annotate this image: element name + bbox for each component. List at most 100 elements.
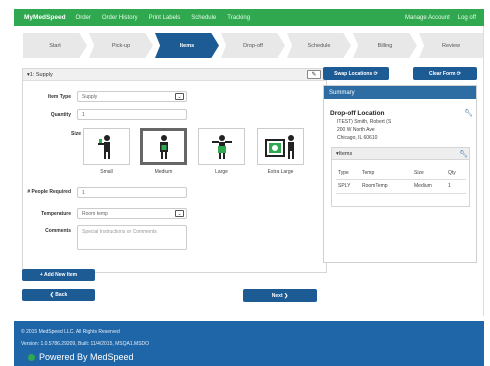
item-type-label: Item Type [48,93,71,100]
comments-label: Comments [45,228,71,234]
wizard-steps: Start Pick-up Items Drop-off Schedule Bi… [23,33,483,58]
size-option-extra-large[interactable]: Extra Large [257,128,304,175]
quantity-value: 1 [82,111,85,118]
nav-log-off[interactable]: Log off [458,15,476,21]
add-new-item-button[interactable]: + Add New Item [22,269,95,281]
swap-label: Swap Locations ⟳ [334,70,378,77]
step-label: Pick-up [111,42,131,49]
item-type-row: Item Type Supply ⌄ [23,91,187,102]
nav-right: Manage Account Log off [405,15,484,21]
main-content: Start Pick-up Items Drop-off Schedule Bi… [14,26,484,316]
nav-schedule[interactable]: Schedule [191,15,216,21]
pencil-icon: ✎ [311,72,317,78]
step-label: Billing [377,42,393,49]
col-qty: Qty [448,170,456,176]
clear-label: Clear Form ⟳ [429,70,461,77]
table-divider [336,179,466,180]
cell-type: SPLY [338,183,351,189]
person-small-icon [97,134,110,159]
person-cart-icon [264,134,294,159]
nav-order[interactable]: Order [76,15,91,21]
cell-qty: 1 [448,183,451,189]
step-schedule[interactable]: Schedule [287,33,351,58]
size-caption: Small [100,169,113,175]
col-temp: Temp [362,170,375,176]
step-start[interactable]: Start [23,33,87,58]
edit-item-button[interactable]: ✎ [307,70,321,79]
summary-panel: Summary Drop-off Location 🔧︎ ITEST) Smit… [323,85,477,263]
step-billing[interactable]: Billing [353,33,417,58]
copyright-text: © 2015 MedSpeed LLC. All Rights Reserved [21,329,120,335]
next-label: Next ❯ [271,292,289,299]
col-type: Type [338,170,349,176]
quantity-row: Quantity 1 [23,109,187,120]
brand-link[interactable]: MyMedSpeed [24,14,66,21]
temperature-select[interactable]: Room temp ⌄ [77,208,187,219]
step-items[interactable]: Items [155,33,219,58]
back-button[interactable]: ❮ Back [22,289,95,301]
comments-textarea[interactable]: Special Instructions or Comments [77,225,187,250]
step-label: Schedule [307,42,331,49]
quantity-input[interactable]: 1 [77,109,187,120]
col-size: Size [414,170,424,176]
step-review[interactable]: Review [419,33,483,58]
clear-form-button[interactable]: Clear Form ⟳ [413,67,477,80]
item-type-value: Supply [82,93,98,100]
cell-temp: RoomTemp [362,183,388,189]
temperature-row: Temperature Room temp ⌄ [23,208,187,219]
wrench-icon[interactable]: 🔧︎ [464,109,473,117]
people-input[interactable]: 1 [77,187,187,198]
size-option-medium[interactable]: Medium [140,128,187,175]
item-header-label: ▾1: Supply [27,71,53,78]
step-label: Drop-off [243,42,263,49]
size-option-large[interactable]: Large [198,128,245,175]
cell-size: Medium [414,183,432,189]
dropoff-location-title: Drop-off Location [330,110,385,117]
address-line-3: Chicago, IL 60610 [337,135,378,141]
medspeed-logo-icon [28,353,35,361]
size-box [198,128,245,165]
person-large-icon [211,134,232,159]
size-box [83,128,130,165]
item-type-select[interactable]: Supply ⌄ [77,91,187,102]
people-row: # People Required 1 [23,187,187,198]
chevron-down-icon: ⌄ [175,210,184,217]
comments-row: Comments Special Instructions or Comment… [23,225,187,250]
swap-locations-button[interactable]: Swap Locations ⟳ [323,67,389,80]
quantity-label: Quantity [50,111,71,118]
temperature-value: Room temp [82,210,108,217]
size-caption: Large [215,169,228,175]
back-label: ❮ Back [49,292,68,298]
step-label: Review [441,42,461,49]
step-pick-up[interactable]: Pick-up [89,33,153,58]
temperature-label: Temperature [41,210,71,217]
address-line-2: 200 W North Ave [337,127,375,133]
nav-tracking[interactable]: Tracking [227,15,250,21]
nav-manage-account[interactable]: Manage Account [405,15,450,21]
add-item-label: + Add New Item [39,272,78,278]
size-label: Size [71,131,82,137]
size-box [257,128,304,165]
powered-text: Powered By MedSpeed [39,352,134,362]
powered-by: Powered By MedSpeed [28,352,134,362]
items-header[interactable]: ▾Items 🔧︎ [332,148,469,160]
size-option-small[interactable]: Small [83,128,130,175]
item-panel-header[interactable]: ▾1: Supply ✎ [23,69,326,81]
size-caption: Medium [154,169,173,175]
comments-placeholder: Special Instructions or Comments [82,229,157,235]
step-label: Items [179,42,195,49]
summary-title: Summary [329,89,355,96]
wrench-icon[interactable]: 🔧︎ [459,150,468,158]
top-navbar: MyMedSpeed Order Order History Print Lab… [14,9,484,26]
item-panel: ▾1: Supply ✎ Item Type Supply ⌄ Quantity… [22,68,327,273]
step-label: Start [49,42,61,49]
table-divider [336,193,466,194]
nav-order-history[interactable]: Order History [102,15,138,21]
step-drop-off[interactable]: Drop-off [221,33,285,58]
next-button[interactable]: Next ❯ [243,289,317,302]
size-box [140,128,187,165]
people-value: 1 [82,189,85,196]
people-label: # People Required [27,189,71,195]
version-text: Version: 1.0.5786.29209, Built: 11/4/201… [21,341,150,347]
nav-print-labels[interactable]: Print Labels [149,15,181,21]
